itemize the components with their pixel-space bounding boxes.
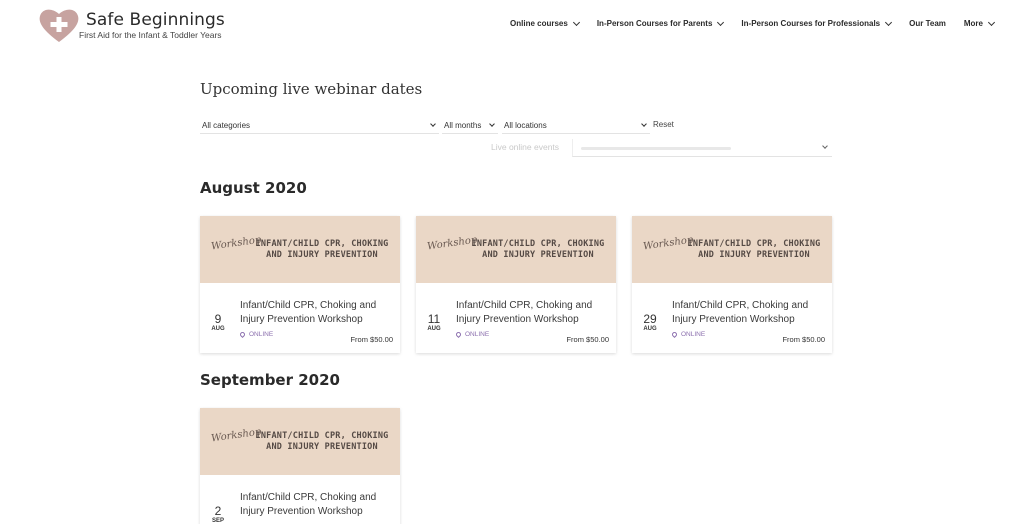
event-card-body: 29 AUG Infant/Child CPR, Choking and Inj… — [632, 283, 832, 353]
event-card-body: 11 AUG Infant/Child CPR, Choking and Inj… — [416, 283, 616, 353]
chevron-down-icon — [572, 18, 580, 26]
site-header: Safe Beginnings First Aid for the Infant… — [0, 0, 1024, 50]
nav-label: Our Team — [909, 19, 946, 28]
reset-button[interactable]: Reset — [653, 120, 674, 129]
banner-text: INFANT/CHILD CPR, CHOKING AND INJURY PRE… — [255, 239, 389, 260]
location-select-value: All locations — [504, 121, 547, 130]
event-price: From $50.00 — [566, 335, 609, 344]
nav-online-courses[interactable]: Online courses — [510, 18, 580, 28]
event-price: From $50.00 — [350, 335, 393, 344]
logo-text: Safe Beginnings First Aid for the Infant… — [79, 10, 225, 40]
event-card[interactable]: Workshop INFANT/CHILD CPR, CHOKING AND I… — [200, 216, 400, 353]
event-month: SEP — [211, 518, 224, 524]
event-month: AUG — [427, 326, 441, 332]
chevron-down-icon — [489, 121, 495, 127]
map-pin-icon — [454, 330, 463, 339]
site-logo[interactable]: Safe Beginnings First Aid for the Infant… — [38, 6, 225, 44]
chevron-down-icon — [641, 121, 647, 127]
month-heading: August 2020 — [200, 179, 307, 197]
chevron-down-icon — [885, 18, 893, 26]
nav-in-person-parents[interactable]: In-Person Courses for Parents — [596, 18, 725, 28]
category-select-value: All categories — [202, 121, 251, 130]
event-filters: All categories All months All locations … — [200, 119, 832, 135]
month-select-value: All months — [444, 121, 482, 130]
nav-label: In-Person Courses for Professionals — [741, 19, 881, 28]
brand-subtitle: First Aid for the Infant & Toddler Years — [79, 30, 222, 40]
event-title[interactable]: Infant/Child CPR, Choking and Injury Pre… — [456, 299, 611, 327]
banner-text: INFANT/CHILD CPR, CHOKING AND INJURY PRE… — [687, 239, 821, 260]
nav-label: Online courses — [510, 19, 568, 28]
event-month: AUG — [211, 326, 225, 332]
event-location-label: ONLINE — [465, 331, 490, 338]
event-title[interactable]: Infant/Child CPR, Choking and Injury Pre… — [240, 299, 395, 327]
event-location: ONLINE — [670, 330, 706, 339]
event-price: From $50.00 — [782, 335, 825, 344]
nav-label: More — [963, 19, 983, 28]
banner-text: INFANT/CHILD CPR, CHOKING AND INJURY PRE… — [255, 431, 389, 452]
event-title[interactable]: Infant/Child CPR, Choking and Injury Pre… — [240, 491, 395, 519]
chevron-down-icon — [717, 18, 725, 26]
map-pin-icon — [238, 330, 247, 339]
event-day: 11 — [427, 312, 441, 326]
nav-in-person-professionals[interactable]: In-Person Courses for Professionals — [741, 18, 893, 28]
live-events-select[interactable] — [572, 139, 832, 157]
heart-plus-icon — [39, 9, 79, 42]
live-events-label: Live online events — [491, 142, 560, 152]
event-title[interactable]: Infant/Child CPR, Choking and Injury Pre… — [672, 299, 827, 327]
event-card-body: 2 SEP Infant/Child CPR, Choking and Inju… — [200, 475, 400, 524]
nav-label: In-Person Courses for Parents — [596, 19, 713, 28]
event-banner-image: Workshop INFANT/CHILD CPR, CHOKING AND I… — [416, 216, 616, 283]
event-card[interactable]: Workshop INFANT/CHILD CPR, CHOKING AND I… — [632, 216, 832, 353]
event-day: 29 — [643, 312, 657, 326]
event-day: 9 — [214, 312, 222, 326]
event-card[interactable]: Workshop INFANT/CHILD CPR, CHOKING AND I… — [200, 408, 400, 524]
event-card[interactable]: Workshop INFANT/CHILD CPR, CHOKING AND I… — [416, 216, 616, 353]
event-month: AUG — [643, 326, 657, 332]
category-select[interactable]: All categories — [200, 119, 439, 134]
nav-our-team[interactable]: Our Team — [909, 19, 946, 28]
month-heading: September 2020 — [200, 371, 340, 389]
event-day: 2 — [214, 504, 222, 518]
page-title: Upcoming live webinar dates — [200, 80, 423, 98]
event-location: ONLINE — [238, 330, 274, 339]
brand-title: Safe Beginnings — [86, 10, 225, 30]
month-select[interactable]: All months — [442, 119, 498, 134]
main-nav: Online courses In-Person Courses for Par… — [492, 18, 996, 28]
chevron-down-icon — [822, 143, 828, 149]
event-banner-image: Workshop INFANT/CHILD CPR, CHOKING AND I… — [200, 216, 400, 283]
event-card-body: 9 AUG Infant/Child CPR, Choking and Inju… — [200, 283, 400, 353]
chevron-down-icon — [987, 18, 996, 26]
event-location-label: ONLINE — [249, 331, 274, 338]
map-pin-icon — [670, 330, 679, 339]
event-banner-image: Workshop INFANT/CHILD CPR, CHOKING AND I… — [632, 216, 832, 283]
location-select[interactable]: All locations — [502, 119, 650, 134]
event-banner-image: Workshop INFANT/CHILD CPR, CHOKING AND I… — [200, 408, 400, 475]
banner-text: INFANT/CHILD CPR, CHOKING AND INJURY PRE… — [471, 239, 605, 260]
blurred-select-value — [581, 147, 731, 150]
nav-more[interactable]: More — [963, 18, 996, 28]
chevron-down-icon — [430, 121, 436, 127]
event-location-label: ONLINE — [681, 331, 706, 338]
event-location: ONLINE — [454, 330, 490, 339]
